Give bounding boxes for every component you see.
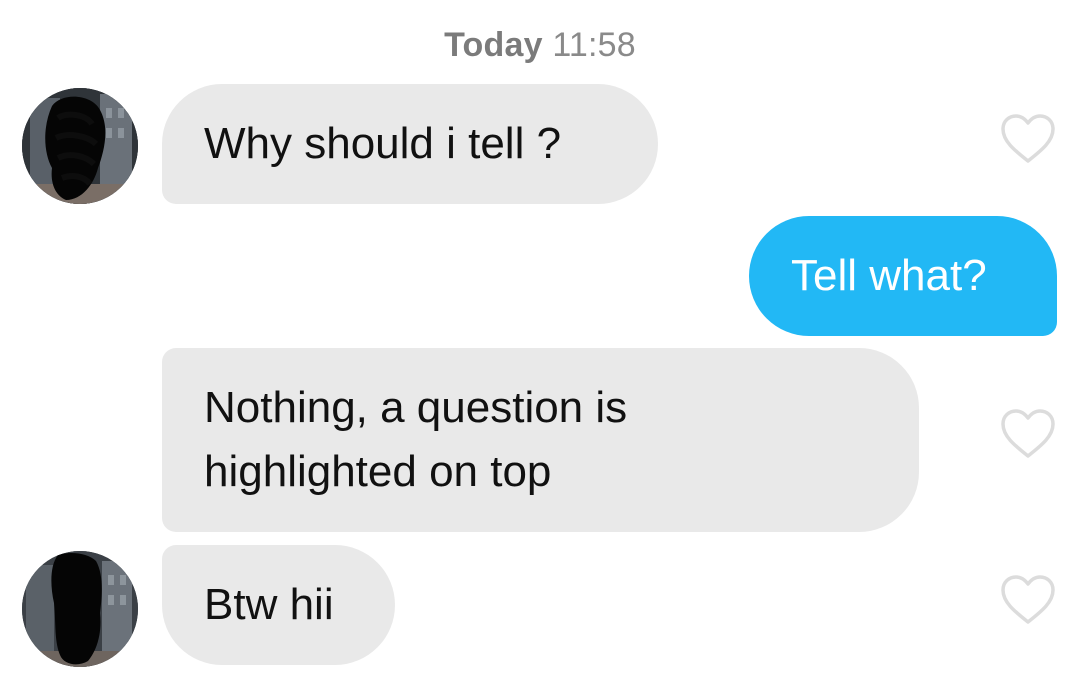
timestamp-day: Today: [444, 26, 543, 64]
like-button[interactable]: [1000, 574, 1056, 626]
contact-avatar[interactable]: [22, 88, 138, 204]
timestamp-time: 11:58: [552, 26, 636, 64]
incoming-message-bubble[interactable]: Why should i tell ?: [162, 84, 658, 204]
chat-timestamp: Today 11:58: [0, 26, 1080, 65]
message-text: Btw hii: [204, 580, 334, 629]
incoming-message-bubble[interactable]: Btw hii: [162, 545, 395, 665]
contact-avatar[interactable]: [22, 551, 138, 667]
redacted-avatar-image: [22, 551, 138, 667]
redacted-avatar-image: [22, 88, 138, 204]
message-text-line: Nothing, a question is: [204, 383, 628, 432]
like-button[interactable]: [1000, 113, 1056, 165]
heart-outline-icon: [1001, 575, 1055, 624]
incoming-message-bubble[interactable]: Nothing, a question is highlighted on to…: [162, 348, 919, 532]
heart-outline-icon: [1001, 409, 1055, 458]
message-text: Tell what?: [791, 251, 987, 300]
outgoing-message-bubble[interactable]: Tell what?: [749, 216, 1057, 336]
heart-outline-icon: [1001, 114, 1055, 163]
message-text-line: highlighted on top: [204, 447, 552, 496]
like-button[interactable]: [1000, 408, 1056, 460]
message-text: Why should i tell ?: [204, 119, 562, 168]
